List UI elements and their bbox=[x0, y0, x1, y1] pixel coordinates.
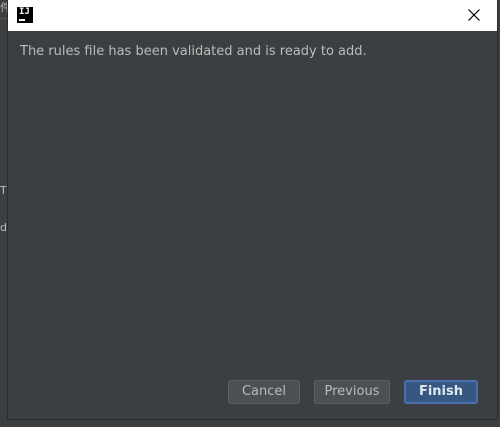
background-fragment: d: bbox=[0, 222, 8, 234]
intellij-icon: IJ bbox=[17, 7, 33, 23]
dialog-titlebar: IJ bbox=[8, 0, 497, 31]
close-button[interactable] bbox=[451, 0, 497, 31]
previous-button[interactable]: Previous bbox=[314, 380, 390, 404]
finish-button[interactable]: Finish bbox=[404, 380, 478, 404]
intellij-icon-bar bbox=[19, 19, 25, 21]
background-ide-strip: 件 Th d: bbox=[0, 0, 8, 427]
validation-message: The rules file has been validated and is… bbox=[20, 44, 367, 59]
close-icon bbox=[468, 9, 480, 21]
background-divider bbox=[0, 18, 8, 19]
background-fragment: Th bbox=[0, 185, 8, 197]
background-fragment: 件 bbox=[0, 2, 8, 14]
cancel-button[interactable]: Cancel bbox=[228, 380, 300, 404]
wizard-dialog: IJ The rules file has been validated and… bbox=[8, 0, 497, 419]
